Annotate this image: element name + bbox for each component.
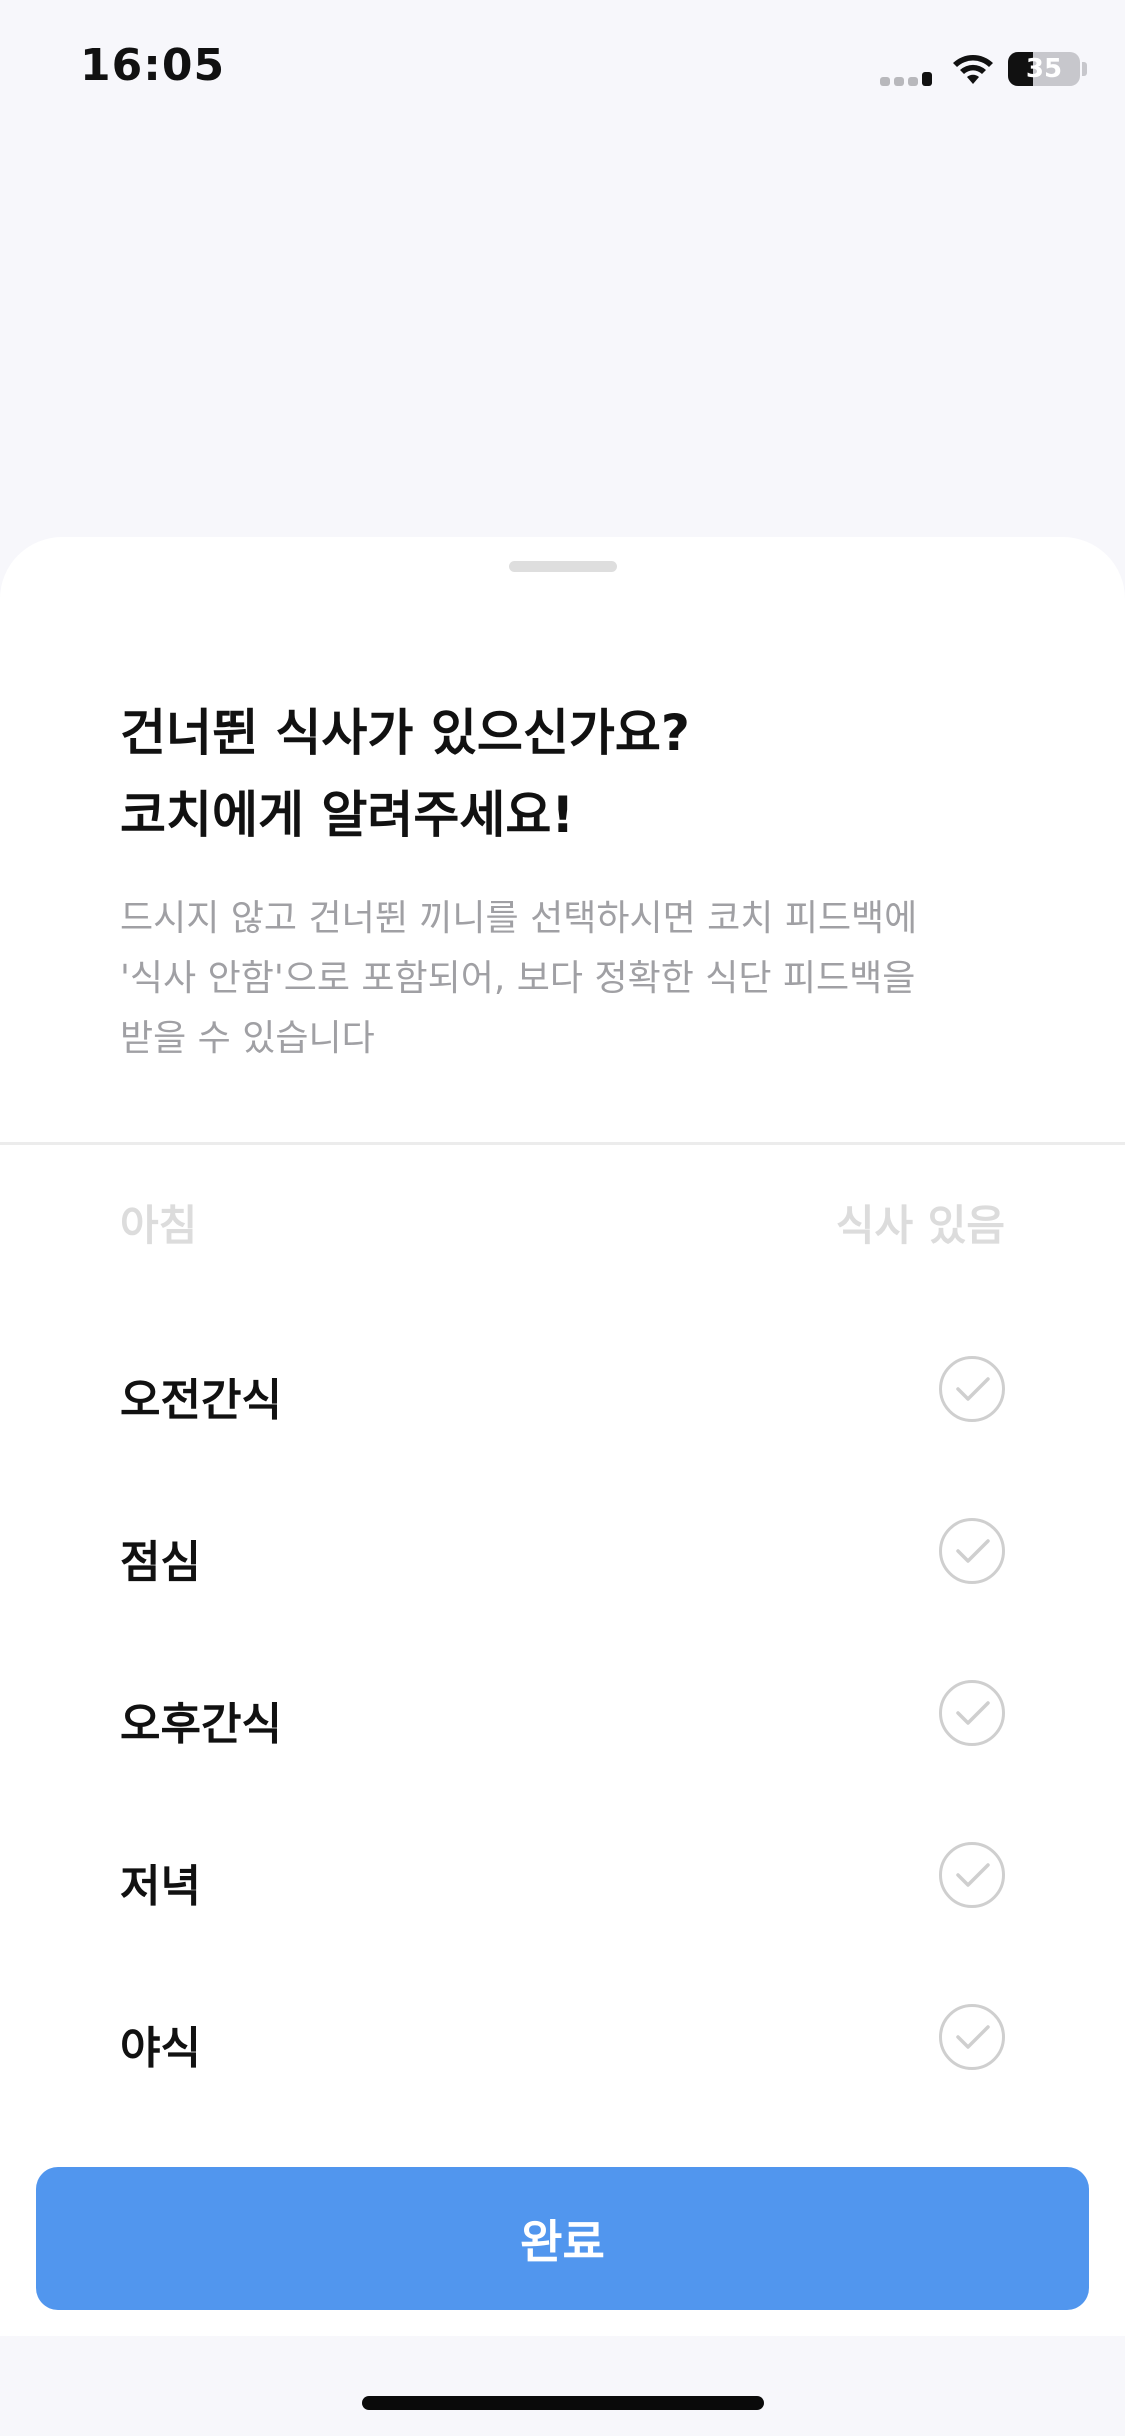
skipped-meal-sheet: 건너뛴 식사가 있으신가요? 코치에게 알려주세요! 드시지 않고 건너뛴 끼니… (0, 537, 1125, 2336)
sheet-title: 건너뛴 식사가 있으신가요? 코치에게 알려주세요! (120, 692, 1020, 856)
wifi-icon (953, 55, 993, 84)
description-line-2: '식사 안함'으로 포함되어, 보다 정확한 식단 피드백을 (120, 958, 916, 999)
sheet-description: 드시지 않고 건너뛴 끼니를 선택하시면 코치 피드백에 '식사 안함'으로 포… (120, 889, 1020, 1069)
battery-icon: 35 (1008, 52, 1080, 86)
status-time: 16:05 (80, 40, 226, 91)
sheet-grabber[interactable] (509, 561, 617, 572)
home-indicator[interactable] (362, 2396, 764, 2410)
meal-header-status: 식사 있음 (835, 1201, 1005, 1250)
meal-row-lunch[interactable]: 점심 (120, 1518, 1005, 1588)
check-circle-icon[interactable] (939, 1680, 1005, 1746)
meal-row-dinner[interactable]: 저녁 (120, 1842, 1005, 1912)
meal-label: 오후간식 (120, 1699, 282, 1750)
title-line-2: 코치에게 알려주세요! (120, 786, 575, 844)
meal-label: 오전간식 (120, 1375, 282, 1426)
description-line-1: 드시지 않고 건너뛴 끼니를 선택하시면 코치 피드백에 (120, 898, 918, 939)
divider (0, 1142, 1125, 1145)
meal-row-morning-snack[interactable]: 오전간식 (120, 1356, 1005, 1426)
meal-header-breakfast: 아침 (120, 1201, 198, 1250)
meal-label: 점심 (120, 1537, 201, 1588)
signal-icon (880, 72, 936, 86)
title-line-1: 건너뛴 식사가 있으신가요? (120, 704, 690, 762)
check-circle-icon[interactable] (939, 2004, 1005, 2070)
meal-label: 야식 (120, 2023, 201, 2074)
check-circle-icon[interactable] (939, 1518, 1005, 1584)
meal-row-late-night-snack[interactable]: 야식 (120, 2004, 1005, 2074)
battery-level: 35 (1025, 54, 1063, 84)
meal-row-afternoon-snack[interactable]: 오후간식 (120, 1680, 1005, 1750)
done-button[interactable]: 완료 (36, 2167, 1089, 2310)
battery-cap (1082, 62, 1087, 76)
meal-label: 저녁 (120, 1861, 201, 1912)
check-circle-icon[interactable] (939, 1842, 1005, 1908)
meal-header-row: 아침 식사 있음 (120, 1192, 1005, 1252)
screen: 16:05 35 건너뛴 식사가 있으신가요? 코치에게 알려주세요! 드시지 … (0, 0, 1125, 2436)
check-circle-icon[interactable] (939, 1356, 1005, 1422)
description-line-3: 받을 수 있습니다 (120, 1018, 375, 1059)
status-bar: 16:05 35 (0, 0, 1125, 140)
